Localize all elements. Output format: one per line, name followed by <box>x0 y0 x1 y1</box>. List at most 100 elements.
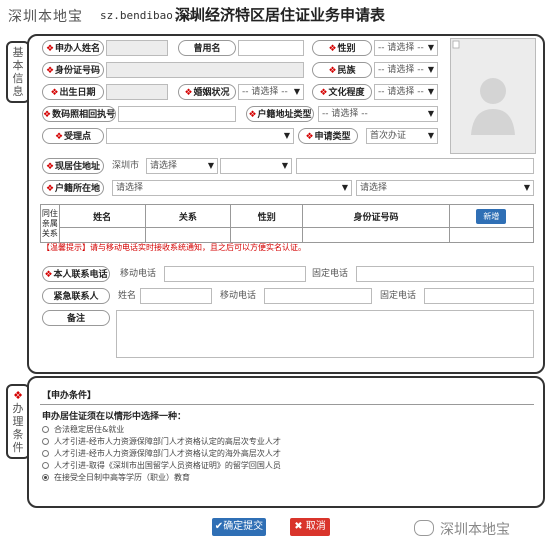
used-name-input[interactable] <box>238 40 304 56</box>
basic-info-tab-label: 基本信息 <box>8 46 28 98</box>
accept-point-label: ❖受理点 <box>42 128 104 144</box>
gender-select[interactable]: -- 请选择 -- ▼ <box>374 40 438 56</box>
chevron-down-icon: ▼ <box>207 161 214 170</box>
emergency-name-input[interactable] <box>140 288 212 304</box>
birth-date-label: ❖出生日期 <box>42 84 104 100</box>
family-cell <box>58 227 146 243</box>
birth-date-input[interactable] <box>106 84 168 100</box>
chevron-down-icon: ▼ <box>283 131 290 140</box>
condition-radio[interactable] <box>42 450 49 457</box>
family-cell <box>230 227 304 243</box>
emergency-landline-label: 固定电话 <box>380 291 417 301</box>
close-icon: ✖ <box>294 521 303 532</box>
tab-char: 理 <box>12 415 24 428</box>
education-select[interactable]: -- 请选择 -- ▼ <box>374 84 438 100</box>
contact-landline-input[interactable] <box>356 266 534 282</box>
apply-type-select[interactable]: 首次办证 ▼ <box>366 128 438 144</box>
condition-radio[interactable] <box>42 438 49 445</box>
accept-point-select[interactable]: ▼ <box>106 128 294 144</box>
tab-char: 办 <box>12 402 24 415</box>
avatar-icon <box>452 40 515 135</box>
hukou-location-label: ❖户籍所在地 <box>42 180 104 196</box>
photo-receipt-label: ❖数码照相回执号 <box>42 106 116 122</box>
hukou-type-label: ❖户籍地址类型 <box>246 106 314 122</box>
marital-status-label: ❖婚姻状况 <box>178 84 236 100</box>
chevron-down-icon: ▼ <box>427 131 434 140</box>
used-name-label: 曾用名 <box>178 40 236 56</box>
photo-receipt-input[interactable] <box>118 106 236 122</box>
family-header-gender: 性别 <box>230 204 304 228</box>
tab-char: 息 <box>12 85 24 98</box>
chevron-down-icon: ▼ <box>427 65 434 74</box>
conditions-divider <box>40 404 534 405</box>
watermark-text: 深圳本地宝 <box>440 522 510 538</box>
condition-radio[interactable] <box>42 474 49 481</box>
street-select[interactable]: ▼ <box>220 158 292 174</box>
condition-option-label: 合法稳定居住&就业 <box>54 425 125 434</box>
family-cell <box>302 227 450 243</box>
hukou-city-select[interactable]: 请选择 ▼ <box>356 180 534 196</box>
wechat-icon <box>414 520 434 536</box>
chevron-down-icon: ▼ <box>281 161 288 170</box>
marital-status-select[interactable]: -- 请选择 -- ▼ <box>238 84 304 100</box>
ethnicity-label: ❖民族 <box>312 62 372 78</box>
family-side-label: 同住 亲属 关系 <box>40 204 60 243</box>
district-select[interactable]: 请选择 ▼ <box>146 158 218 174</box>
tab-char: 基 <box>12 46 24 59</box>
city-text: 深圳市 <box>112 161 140 171</box>
emergency-mobile-input[interactable] <box>264 288 372 304</box>
address-detail-input[interactable] <box>296 158 534 174</box>
id-number-input[interactable] <box>106 62 304 78</box>
current-address-label: ❖现居住地址 <box>42 158 104 174</box>
remarks-label: 备注 <box>42 310 110 326</box>
hukou-province-select[interactable]: 请选择 ▼ <box>112 180 352 196</box>
required-icon: ❖ <box>13 389 23 402</box>
applicant-name-input-fill[interactable] <box>106 40 168 56</box>
chevron-down-icon: ▼ <box>523 183 530 192</box>
family-table: 同住 亲属 关系 姓名 关系 性别 身份证号码 新增 <box>40 204 535 243</box>
condition-radio[interactable] <box>42 426 49 433</box>
mobile-label: 移动电话 <box>120 269 157 279</box>
condition-option-label: 人才引进-经市人力资源保障部门人才资格认定的海外高层次人才 <box>54 449 281 458</box>
conditions-title: 【申办条件】 <box>42 391 97 401</box>
cancel-button[interactable]: ✖ 取消 <box>290 518 330 536</box>
chevron-down-icon: ▼ <box>341 183 348 192</box>
tab-char: 信 <box>12 72 24 85</box>
remarks-textarea[interactable] <box>116 310 534 358</box>
contact-phone-label: ❖本人联系电话 <box>42 266 110 282</box>
applicant-name-label: ❖申办人姓名 <box>42 40 104 56</box>
family-header-action: 新增 <box>448 204 535 228</box>
tab-char: 件 <box>12 441 24 454</box>
site-name: 深圳本地宝 <box>8 9 83 25</box>
chevron-down-icon: ▼ <box>427 43 434 52</box>
check-icon: ✔ <box>214 521 224 532</box>
id-number-label: ❖身份证号码 <box>42 62 104 78</box>
notice-text: 【温馨提示】请与移动电话实时接收系统通知，且之后可以方便实名认证。 <box>42 243 306 252</box>
tab-char: 条 <box>12 428 24 441</box>
condition-option-label: 在接受全日制中高等学历（职业）教育 <box>54 473 190 482</box>
contact-mobile-input[interactable] <box>164 266 306 282</box>
ethnicity-select[interactable]: -- 请选择 -- ▼ <box>374 62 438 78</box>
family-cell <box>144 227 232 243</box>
emergency-contact-label: 紧急联系人 <box>42 288 110 304</box>
emergency-mobile-label: 移动电话 <box>220 291 257 301</box>
emergency-name-label: 姓名 <box>118 291 137 301</box>
hukou-type-select[interactable]: -- 请选择 -- ▼ <box>318 106 438 122</box>
form-title: 深圳经济特区居住证业务申请表 <box>175 6 386 24</box>
condition-option-label: 人才引进-取得《深圳市出国留学人员资格证明》的留学回国人员 <box>54 461 281 470</box>
gender-label: ❖性别 <box>312 40 372 56</box>
photo-placeholder[interactable] <box>450 38 536 154</box>
apply-type-label: ❖申请类型 <box>298 128 358 144</box>
emergency-landline-input[interactable] <box>424 288 534 304</box>
landline-label: 固定电话 <box>312 269 349 279</box>
family-cell <box>448 227 535 243</box>
submit-button[interactable]: ✔确定提交 <box>212 518 266 536</box>
chevron-down-icon: ▼ <box>293 87 300 96</box>
condition-option-label: 人才引进-经市人力资源保障部门人才资格认定的高层次专业人才 <box>54 437 281 446</box>
family-header-id: 身份证号码 <box>302 204 450 228</box>
conditions-prompt: 申办居住证须在以情形中选择一种： <box>42 412 187 422</box>
condition-radio[interactable] <box>42 462 49 469</box>
add-family-button[interactable]: 新增 <box>476 208 507 224</box>
family-header-relation: 关系 <box>144 204 232 228</box>
conditions-tab-label: 办理条件 <box>8 402 28 454</box>
